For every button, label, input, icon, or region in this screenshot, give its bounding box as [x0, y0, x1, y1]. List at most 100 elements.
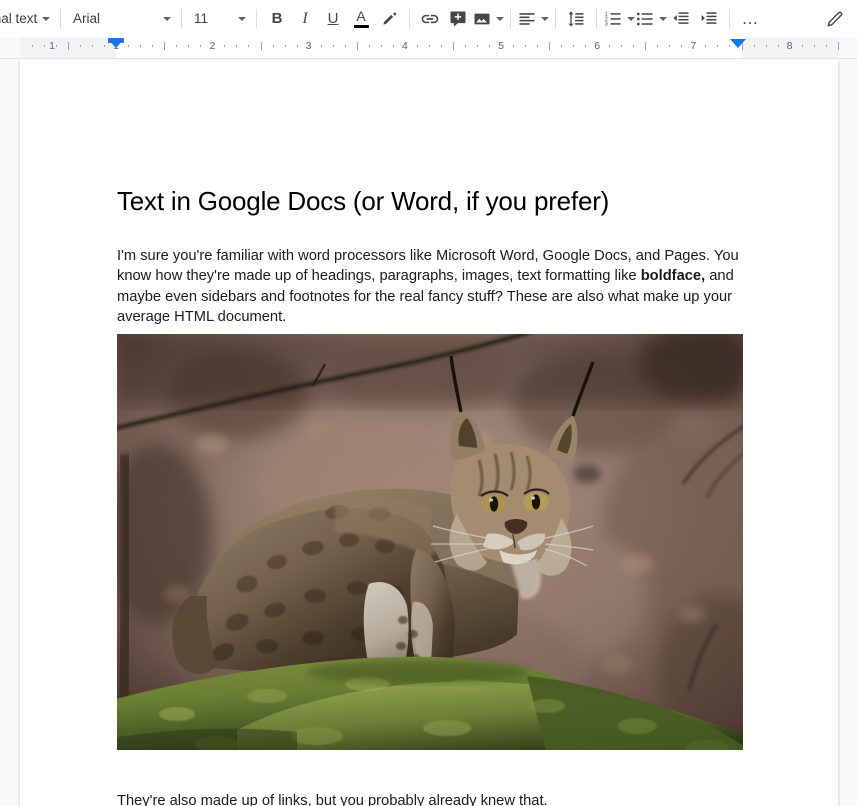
toolbar-divider [510, 8, 511, 29]
horizontal-ruler[interactable]: 123456781 [0, 37, 857, 59]
ruler-tick [476, 45, 478, 47]
ruler-tick [717, 45, 719, 47]
editing-mode-button[interactable] [821, 5, 849, 33]
document-canvas[interactable]: Text in Google Docs (or Word, if you pre… [0, 60, 857, 806]
right-indent-marker[interactable] [730, 39, 746, 48]
ruler-tick [368, 45, 370, 47]
left-indent-marker[interactable] [108, 39, 124, 48]
ruler-tick [753, 45, 755, 47]
ruler-label: 7 [690, 40, 697, 52]
font-family-value: Arial [73, 11, 101, 26]
numbered-list-button[interactable]: 1 2 3 [603, 5, 635, 33]
underline-icon: U [327, 10, 339, 27]
comment-plus-icon [450, 11, 466, 26]
ruler-tick [356, 42, 358, 50]
toolbar-divider [729, 8, 730, 29]
insert-image-button[interactable] [472, 5, 504, 33]
ruler-tick [236, 45, 238, 47]
closing-paragraph: They're also made up of links, but you p… [117, 792, 548, 806]
chevron-down-icon [659, 16, 667, 21]
toolbar-divider [555, 8, 556, 29]
toolbar-text-style-group: mal text Arial 11 [0, 0, 263, 37]
ruler-tick [549, 42, 551, 50]
ruler-tick [513, 45, 515, 47]
toolbar-overflow-group: … [736, 0, 764, 37]
ruler-label: 5 [498, 40, 504, 52]
toolbar-insert-group [416, 0, 517, 37]
decrease-indent-button[interactable] [667, 5, 695, 33]
highlight-color-button[interactable] [375, 5, 403, 33]
ruler-tick [573, 45, 575, 47]
ruler-tick [200, 45, 202, 47]
paragraph-style-dropdown[interactable]: mal text [0, 5, 54, 33]
italic-button[interactable]: I [291, 5, 319, 33]
insert-link-button[interactable] [416, 5, 444, 33]
ruler-tick [440, 45, 442, 47]
line-spacing-button[interactable] [562, 5, 590, 33]
ruler-label: 1 [49, 40, 55, 52]
ruler-tick [765, 45, 767, 47]
font-family-dropdown[interactable]: Arial [67, 5, 175, 33]
ruler-tick [825, 45, 827, 47]
pen-icon [383, 11, 397, 25]
text-color-button[interactable]: A [347, 5, 375, 33]
bold-button[interactable]: B [263, 5, 291, 33]
toolbar-divider [596, 8, 597, 29]
more-options-button[interactable]: … [736, 5, 764, 33]
toolbar-divider [60, 8, 61, 29]
paragraph-style-value: mal text [0, 11, 38, 26]
chevron-down-icon [496, 16, 504, 21]
ruler-tick [164, 42, 166, 50]
chevron-down-icon [627, 16, 635, 21]
bold-icon: B [271, 10, 283, 27]
ruler-tick [248, 45, 250, 47]
ruler-track [20, 37, 838, 58]
ruler-tick [464, 45, 466, 47]
ruler-tick [525, 45, 527, 47]
ruler-tick [585, 45, 587, 47]
ruler-tick [188, 45, 190, 47]
underline-button[interactable]: U [319, 5, 347, 33]
ruler-tick [176, 45, 178, 47]
ruler-tick [657, 45, 659, 47]
ruler-tick [813, 45, 815, 47]
document-page[interactable]: Text in Google Docs (or Word, if you pre… [20, 60, 838, 806]
ruler-tick [621, 45, 623, 47]
increase-indent-icon [701, 11, 717, 24]
ruler-tick [152, 45, 154, 47]
ruler-label: 3 [305, 40, 312, 52]
add-comment-button[interactable] [444, 5, 472, 33]
ruler-tick [428, 45, 430, 47]
ruler-tick [320, 45, 322, 47]
ruler-tick [681, 45, 683, 47]
lynx-photo-image [117, 334, 743, 750]
font-size-dropdown[interactable]: 11 [188, 5, 250, 33]
increase-indent-button[interactable] [695, 5, 723, 33]
ruler-tick [224, 45, 226, 47]
ruler-tick [104, 45, 106, 47]
ruler-label: 4 [401, 40, 408, 52]
ruler-tick [801, 45, 803, 47]
text-align-button[interactable] [517, 5, 549, 33]
svg-text:3: 3 [605, 21, 608, 27]
ruler-tick [68, 42, 70, 50]
text-color-swatch [353, 25, 369, 28]
ruler-tick [777, 45, 779, 47]
image-icon [474, 13, 490, 24]
ruler-tick [32, 45, 34, 47]
ruler-tick [669, 45, 671, 47]
chevron-down-icon [42, 16, 50, 21]
decrease-indent-icon [673, 11, 689, 24]
toolbar-mode-group [821, 0, 849, 37]
bulleted-list-button[interactable] [635, 5, 667, 33]
line-spacing-icon [568, 11, 584, 26]
font-size-value: 11 [194, 11, 209, 26]
ruler-tick [452, 42, 454, 50]
ruler-tick [296, 45, 298, 47]
ruler-tick [633, 45, 635, 47]
lynx-photo[interactable] [117, 334, 743, 750]
ruler-tick [392, 45, 394, 47]
ruler-tick [344, 45, 346, 47]
chevron-down-icon [541, 16, 549, 21]
ruler-tick [537, 45, 539, 47]
